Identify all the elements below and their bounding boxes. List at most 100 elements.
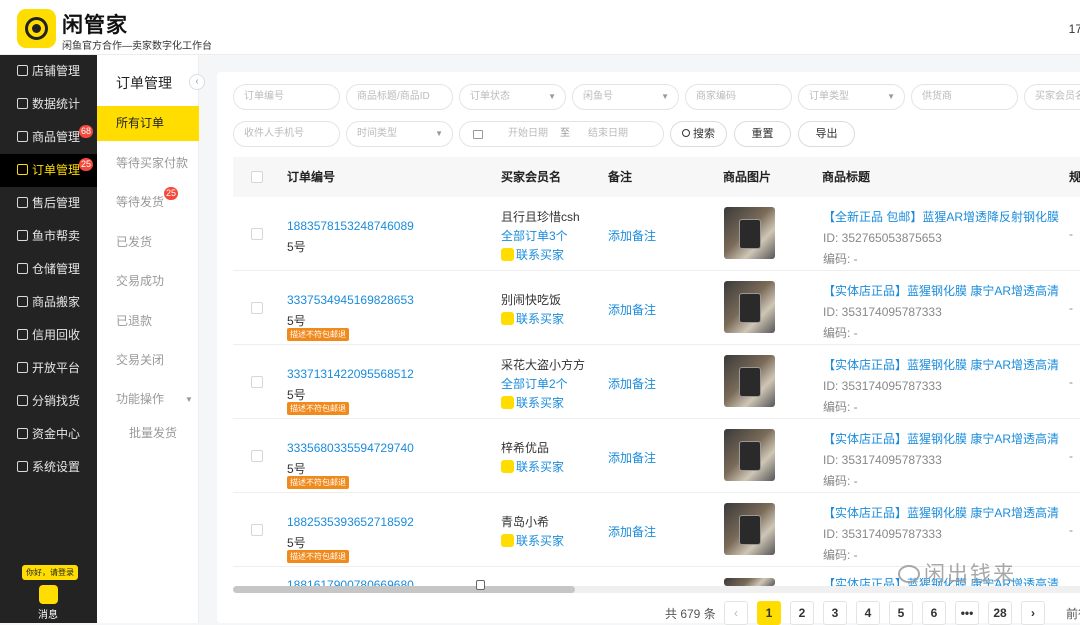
product-id: ID: 352765053875653	[823, 231, 942, 245]
product-image[interactable]	[724, 207, 775, 259]
order-id-link[interactable]: 1881617900780669680	[287, 578, 414, 586]
contact-buyer-link[interactable]: 联系买家	[501, 310, 564, 327]
sidebar-item-12[interactable]: 系统设置	[0, 451, 97, 484]
add-note-link[interactable]: 添加备注	[608, 375, 656, 392]
product-title-link[interactable]: 【实体店正品】蓝猩钢化膜 康宁AR增透高清	[823, 356, 1059, 373]
sidebar-item-11[interactable]: 资金中心	[0, 418, 97, 451]
add-note-link[interactable]: 添加备注	[608, 449, 656, 466]
subnav-item-1[interactable]: 等待买家付款	[97, 146, 199, 181]
contact-buyer-link[interactable]: 联系买家	[501, 246, 564, 263]
sidebar-item-8[interactable]: 信用回收	[0, 319, 97, 352]
brand-subtitle: 闲鱼官方合作—卖家数字化工作台	[62, 41, 212, 52]
time-type-select[interactable]: 时间类型 ▼	[346, 121, 453, 147]
buyer-name-input[interactable]: 买家会员名	[1024, 84, 1080, 110]
login-hint[interactable]: 你好，请登录	[22, 565, 78, 580]
product-title-link[interactable]: 【实体店正品】蓝猩钢化膜 康宁AR增透高清	[823, 504, 1059, 521]
order-id-link[interactable]: 3335680335594729740	[287, 441, 414, 455]
page-button-4[interactable]: 5	[889, 601, 913, 625]
merchant-code-input[interactable]: 商家编码	[685, 84, 792, 110]
order-status-select[interactable]: 订单状态 ▼	[459, 84, 566, 110]
message-icon[interactable]	[38, 585, 58, 604]
sidebar-item-1[interactable]: 数据统计	[0, 88, 97, 121]
product-title-link[interactable]: 【实体店正品】蓝猩钢化膜 康宁AR增透高清	[823, 282, 1059, 299]
product-image[interactable]	[724, 281, 775, 333]
select-all-checkbox[interactable]	[251, 171, 263, 183]
message-label[interactable]: 消息	[22, 606, 74, 621]
search-button[interactable]: 搜索	[670, 121, 727, 147]
order-id-link[interactable]: 3337534945169828653	[287, 293, 414, 307]
logo-icon	[17, 9, 56, 48]
return-policy-tag: 描述不符包邮退	[287, 476, 349, 489]
sidebar-item-10[interactable]: 分销找货	[0, 385, 97, 418]
product-image[interactable]	[724, 355, 775, 407]
subnav-item-5[interactable]: 已退款	[97, 304, 199, 339]
order-id-link[interactable]: 3337131422095568512	[287, 367, 414, 381]
all-orders-link[interactable]: 全部订单3个	[501, 227, 568, 244]
page-button-7[interactable]: 28	[988, 601, 1012, 625]
page-button-1[interactable]: 2	[790, 601, 814, 625]
order-id-link[interactable]: 1882535393652718592	[287, 515, 414, 529]
next-page-button[interactable]: ›	[1021, 601, 1045, 625]
sidebar-item-4[interactable]: 售后管理	[0, 187, 97, 220]
row-checkbox[interactable]	[251, 302, 263, 314]
order-no-input[interactable]: 订单编号	[233, 84, 340, 110]
product-id: ID: 353174095787333	[823, 453, 942, 467]
page-button-0[interactable]: 1	[757, 601, 781, 625]
product-image[interactable]	[724, 578, 775, 586]
sidebar-item-9[interactable]: 开放平台	[0, 352, 97, 385]
row-checkbox[interactable]	[251, 450, 263, 462]
receiver-phone-input[interactable]: 收件人手机号	[233, 121, 340, 147]
subnav-item-6[interactable]: 交易关闭	[97, 343, 199, 378]
row-checkbox[interactable]	[251, 376, 263, 388]
contact-buyer-link[interactable]: 联系买家	[501, 394, 564, 411]
header-image: 商品图片	[723, 170, 772, 184]
xianyu-no-select[interactable]: 闲鱼号 ▼	[572, 84, 679, 110]
contact-buyer-link[interactable]: 联系买家	[501, 458, 564, 475]
add-note-link[interactable]: 添加备注	[608, 523, 656, 540]
sub-navigation: 订单管理 ‹ 所有订单 等待买家付款 等待发货 25 已发货 交易成功 已退款 交易关闭 功能操…	[97, 55, 205, 623]
row-checkbox[interactable]	[251, 524, 263, 536]
page-button-6[interactable]: •••	[955, 601, 979, 625]
page-button-3[interactable]: 4	[856, 601, 880, 625]
sidebar-item-label: 售后管理	[32, 196, 81, 210]
sidebar-item-3[interactable]: 订单管理 25	[0, 154, 97, 187]
prev-page-button[interactable]: ‹	[724, 601, 748, 625]
subnav-item-8[interactable]: 批量发货	[97, 416, 199, 451]
product-image[interactable]	[724, 429, 775, 481]
goto-label[interactable]: 前往	[1066, 605, 1080, 622]
product-title-link[interactable]: 【实体店正品】蓝猩钢化膜 康宁AR增透高清	[823, 430, 1059, 447]
reset-button[interactable]: 重置	[734, 121, 791, 147]
subnav-item-0[interactable]: 所有订单	[97, 106, 199, 141]
product-title-link[interactable]: 【全新正品 包邮】蓝猩AR增透降反射钢化膜	[823, 208, 1059, 225]
page-button-2[interactable]: 3	[823, 601, 847, 625]
supplier-input[interactable]: 供货商	[911, 84, 1018, 110]
add-note-link[interactable]: 添加备注	[608, 227, 656, 244]
sidebar-item-5[interactable]: 鱼市帮卖	[0, 220, 97, 253]
subnav-item-3[interactable]: 已发货	[97, 225, 199, 260]
sidebar-item-7[interactable]: 商品搬家	[0, 286, 97, 319]
copy-icon[interactable]	[476, 580, 485, 590]
subnav-item-7[interactable]: 功能操作 ▼	[97, 382, 199, 417]
order-icon	[17, 164, 28, 175]
add-note-link[interactable]: 添加备注	[608, 301, 656, 318]
product-search-input[interactable]: 商品标题/商品ID	[346, 84, 453, 110]
date-range-picker[interactable]: 开始日期 至 结束日期	[459, 121, 664, 147]
sidebar-item-2[interactable]: 商品管理 68	[0, 121, 97, 154]
order-id-link[interactable]: 1883578153248746089	[287, 219, 414, 233]
buyer-name: 采花大盗小方方	[501, 358, 586, 372]
scrollbar-thumb[interactable]	[233, 586, 575, 593]
row-checkbox[interactable]	[251, 228, 263, 240]
product-image[interactable]	[724, 503, 775, 555]
warehouse-icon	[17, 263, 28, 274]
platform-icon	[17, 362, 28, 373]
export-button[interactable]: 导出	[798, 121, 855, 147]
page-button-5[interactable]: 6	[922, 601, 946, 625]
contact-buyer-link[interactable]: 联系买家	[501, 532, 564, 549]
subnav-item-4[interactable]: 交易成功	[97, 264, 199, 299]
collapse-icon[interactable]: ‹	[189, 74, 205, 90]
order-type-select[interactable]: 订单类型 ▼	[798, 84, 905, 110]
subnav-item-2[interactable]: 等待发货 25	[97, 185, 199, 220]
all-orders-link[interactable]: 全部订单2个	[501, 375, 568, 392]
sidebar-item-0[interactable]: 店铺管理	[0, 55, 97, 88]
sidebar-item-6[interactable]: 仓储管理	[0, 253, 97, 286]
